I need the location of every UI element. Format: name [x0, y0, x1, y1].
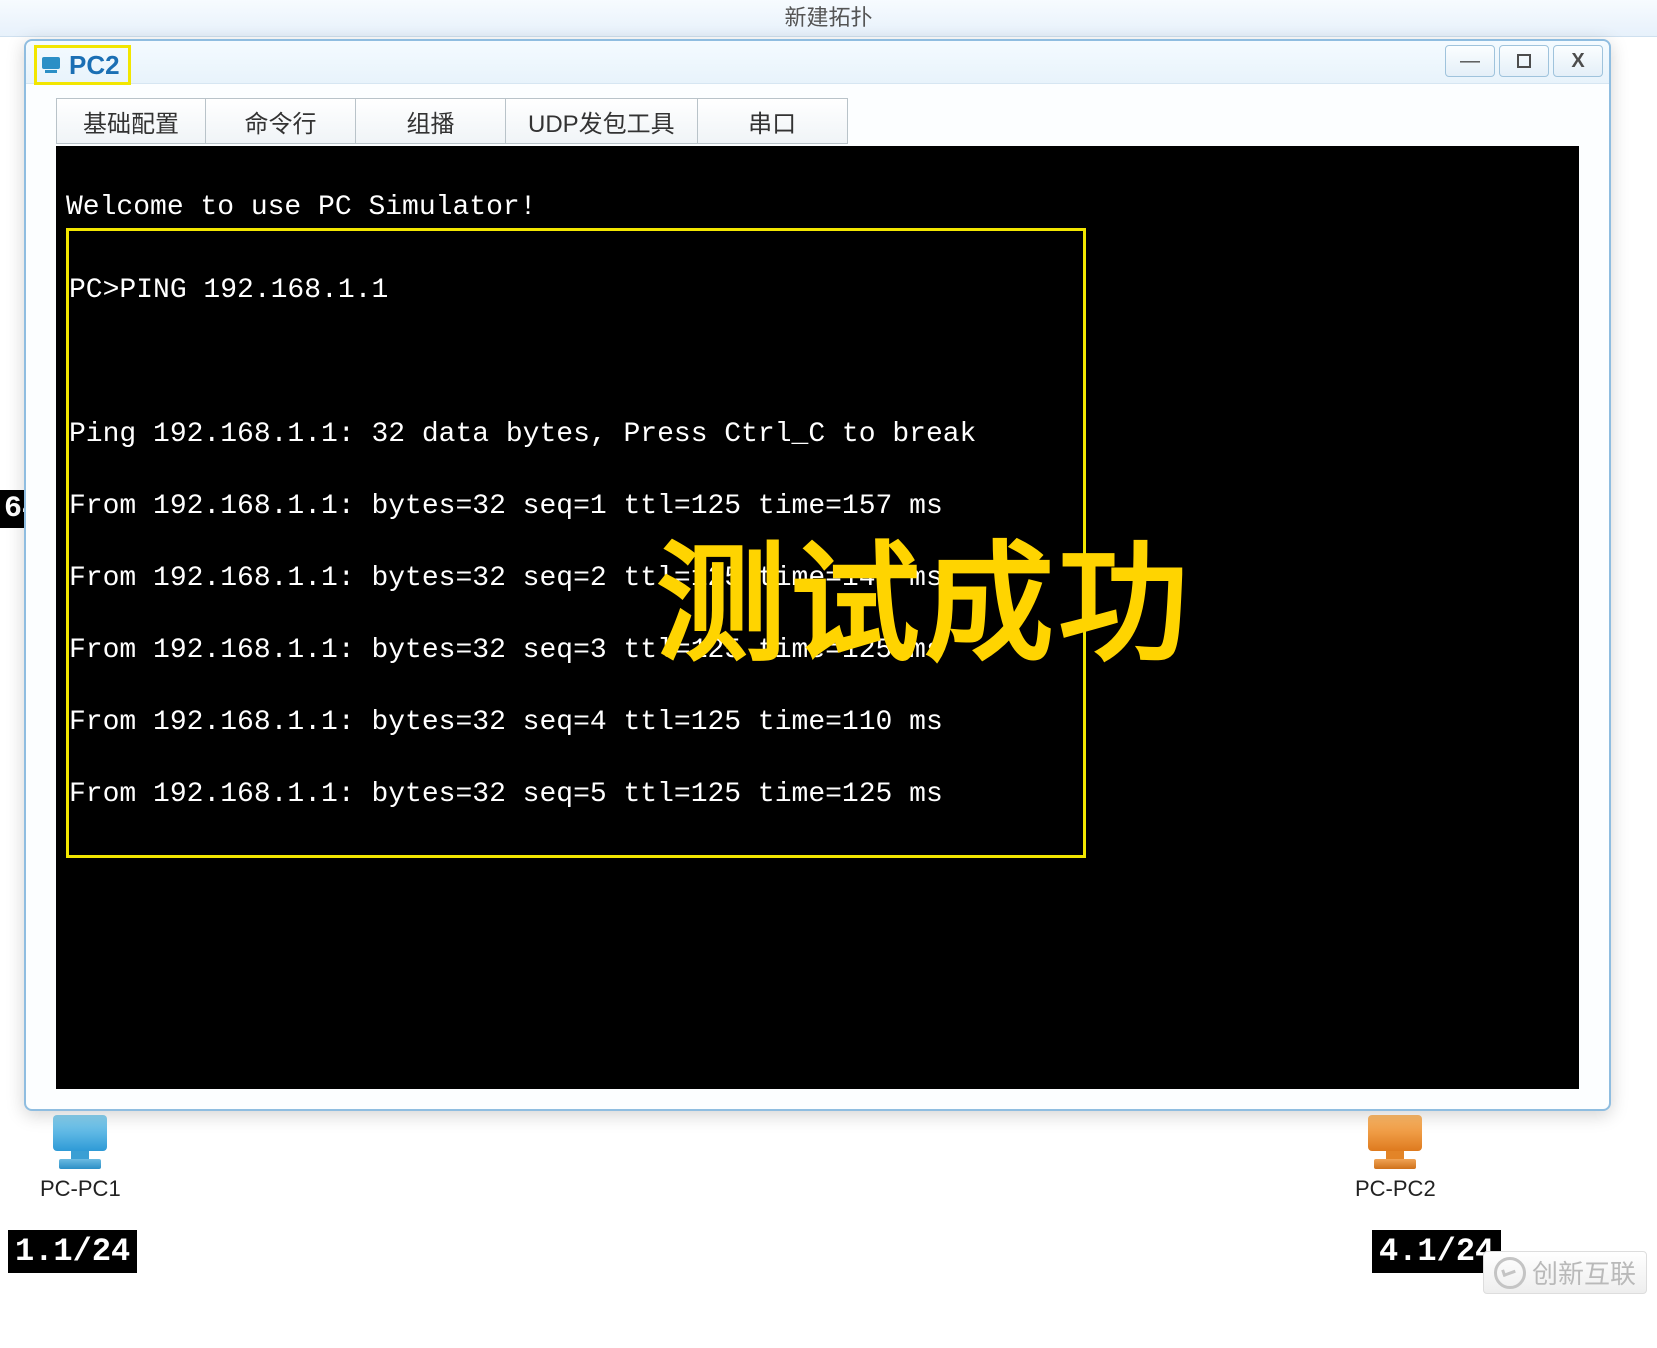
- tab-label: UDP发包工具: [528, 104, 675, 139]
- tab-label: 基础配置: [83, 104, 179, 139]
- tab-serial[interactable]: 串口: [698, 98, 848, 144]
- window-controls: — X: [1445, 45, 1603, 77]
- terminal-blank: [69, 345, 1079, 381]
- maximize-button[interactable]: [1499, 45, 1549, 77]
- terminal-ping-summary: Ping 192.168.1.1: 32 data bytes, Press C…: [69, 417, 1079, 453]
- bg-node-label: PC-PC1: [40, 1176, 121, 1202]
- tab-basic-config[interactable]: 基础配置: [56, 98, 206, 144]
- tab-udp-tool[interactable]: UDP发包工具: [506, 98, 698, 144]
- maximize-icon: [1516, 53, 1532, 69]
- close-button[interactable]: X: [1553, 45, 1603, 77]
- ip-fragment-pc2: 4.1/24: [1372, 1230, 1501, 1273]
- minimize-button[interactable]: —: [1445, 45, 1495, 77]
- terminal-prompt-line: PC>PING 192.168.1.1: [69, 273, 1079, 309]
- watermark-logo-icon: [1494, 1257, 1526, 1289]
- watermark-text: 创新互联: [1532, 1254, 1636, 1291]
- terminal-welcome: Welcome to use PC Simulator!: [66, 190, 1569, 226]
- pc-icon: [1360, 1115, 1430, 1170]
- tab-multicast[interactable]: 组播: [356, 98, 506, 144]
- terminal-ping-reply: From 192.168.1.1: bytes=32 seq=5 ttl=125…: [69, 777, 1079, 813]
- ip-fragment-pc1: 1.1/24: [8, 1230, 137, 1273]
- watermark: 创新互联: [1483, 1251, 1647, 1294]
- pc-app-icon: [39, 53, 63, 77]
- pc2-titlebar[interactable]: PC2 — X: [26, 41, 1609, 84]
- tab-cli[interactable]: 命令行: [206, 98, 356, 144]
- close-icon: X: [1571, 50, 1584, 73]
- window-title: PC2: [69, 50, 120, 81]
- bg-node-pc2[interactable]: PC-PC2: [1355, 1115, 1436, 1202]
- tab-label: 串口: [748, 104, 796, 139]
- tab-label: 组播: [407, 104, 455, 139]
- parent-titlebar: 新建拓扑: [0, 0, 1657, 37]
- pc2-title-highlight: PC2: [34, 45, 131, 85]
- minimize-icon: —: [1460, 50, 1480, 73]
- terminal-ping-reply: From 192.168.1.1: bytes=32 seq=1 ttl=125…: [69, 489, 1079, 525]
- parent-title: 新建拓扑: [784, 5, 872, 30]
- annotation-success: 测试成功: [656, 586, 1192, 622]
- terminal[interactable]: Welcome to use PC Simulator! PC>PING 192…: [56, 146, 1579, 1089]
- bg-node-label: PC-PC2: [1355, 1176, 1436, 1202]
- terminal-ping-reply: From 192.168.1.1: bytes=32 seq=4 ttl=125…: [69, 705, 1079, 741]
- pc2-window: PC2 — X 基础配置 命令行 组播 UDP发包工具 串口 Welcome t…: [24, 39, 1611, 1111]
- pc-icon: [45, 1115, 115, 1170]
- tab-label: 命令行: [245, 104, 317, 139]
- bg-node-pc1[interactable]: PC-PC1: [40, 1115, 121, 1202]
